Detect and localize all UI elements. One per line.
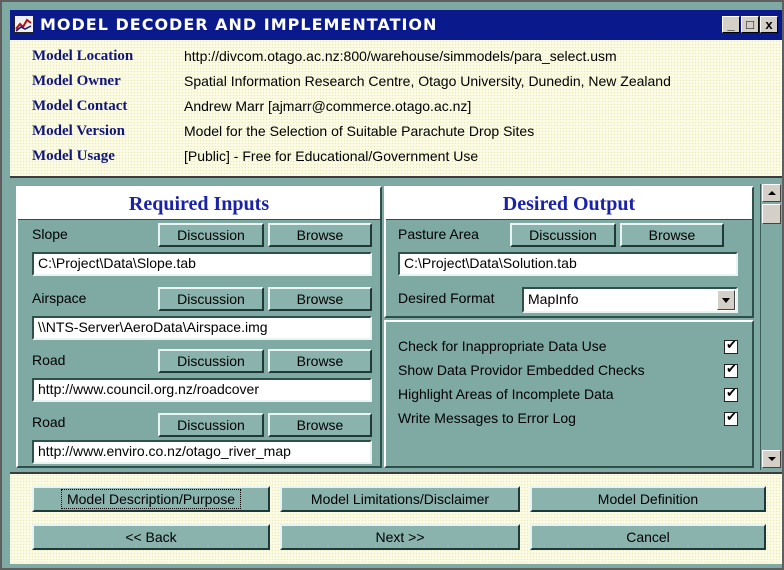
- chart-icon: [14, 15, 34, 33]
- check-label: Write Messages to Error Log: [398, 410, 576, 426]
- checkbox-checked[interactable]: [724, 362, 738, 378]
- checkbox-checked[interactable]: [724, 410, 738, 426]
- scroll-down-icon[interactable]: [762, 450, 781, 468]
- desired-output-panel: Desired Output Pasture Area Discussion B…: [384, 186, 754, 318]
- road-2-input[interactable]: http://www.enviro.co.nz/otago_river_map: [32, 440, 372, 464]
- info-label: Model Location: [32, 48, 134, 64]
- info-row-contact: Model Contact Andrew Marr [ajmarr@commer…: [10, 94, 782, 118]
- info-value: [Public] - Free for Educational/Governme…: [184, 148, 479, 164]
- info-value: Andrew Marr [ajmarr@commerce.otago.ac.nz…: [184, 98, 472, 114]
- output-options-panel: Check for Inappropriate Data Use Show Da…: [384, 320, 754, 468]
- divider: [10, 176, 782, 184]
- model-limitations-button[interactable]: Model Limitations/Disclaimer: [280, 486, 520, 512]
- minimize-button[interactable]: _: [722, 16, 740, 33]
- slope-browse-button[interactable]: Browse: [268, 223, 372, 247]
- input-label-slope: Slope: [32, 226, 68, 242]
- check-incomplete-data[interactable]: Highlight Areas of Incomplete Data: [398, 384, 738, 408]
- cancel-button[interactable]: Cancel: [530, 524, 766, 550]
- input-label-road: Road: [32, 352, 66, 368]
- next-button[interactable]: Next >>: [280, 524, 520, 550]
- input-label-airspace: Airspace: [32, 290, 87, 306]
- check-error-log[interactable]: Write Messages to Error Log: [398, 408, 738, 432]
- chevron-down-icon[interactable]: [717, 290, 735, 310]
- road-browse-button[interactable]: Browse: [268, 349, 372, 373]
- vertical-scrollbar[interactable]: [760, 184, 782, 470]
- checkbox-checked[interactable]: [724, 386, 738, 402]
- check-label: Check for Inappropriate Data Use: [398, 338, 607, 354]
- model-info-panel: Model Location http://divcom.otago.ac.nz…: [10, 40, 782, 176]
- window-title: MODEL DECODER AND IMPLEMENTATION: [40, 15, 438, 34]
- output-label-pasture: Pasture Area: [398, 226, 479, 242]
- info-value: Model for the Selection of Suitable Para…: [184, 123, 535, 139]
- close-button[interactable]: x: [760, 16, 778, 33]
- info-label: Model Contact: [32, 98, 128, 114]
- check-label: Highlight Areas of Incomplete Data: [398, 386, 614, 402]
- airspace-browse-button[interactable]: Browse: [268, 287, 372, 311]
- info-row-owner: Model Owner Spatial Information Research…: [10, 69, 782, 93]
- info-label: Model Version: [32, 123, 125, 139]
- airspace-discussion-button[interactable]: Discussion: [158, 287, 264, 311]
- input-label-road-2: Road: [32, 414, 66, 430]
- title-bar: MODEL DECODER AND IMPLEMENTATION _ □ x: [10, 10, 782, 40]
- info-row-location: Model Location http://divcom.otago.ac.nz…: [10, 44, 782, 68]
- road-input[interactable]: http://www.council.org.nz/roadcover: [32, 378, 372, 402]
- airspace-input[interactable]: \\NTS-Server\AeroData\Airspace.img: [32, 316, 372, 340]
- info-value: Spatial Information Research Centre, Ota…: [184, 73, 671, 89]
- slope-input[interactable]: C:\Project\Data\Slope.tab: [32, 252, 372, 276]
- scroll-thumb[interactable]: [762, 204, 781, 224]
- desired-format-label: Desired Format: [398, 290, 495, 306]
- checkbox-checked[interactable]: [724, 338, 738, 354]
- desired-format-value: MapInfo: [528, 291, 579, 307]
- info-row-usage: Model Usage [Public] - Free for Educatio…: [10, 144, 782, 168]
- check-label: Show Data Providor Embedded Checks: [398, 362, 645, 378]
- output-path-input[interactable]: C:\Project\Data\Solution.tab: [398, 252, 738, 276]
- road-2-discussion-button[interactable]: Discussion: [158, 413, 264, 437]
- model-decoder-window: MODEL DECODER AND IMPLEMENTATION _ □ x M…: [0, 0, 784, 570]
- model-description-button[interactable]: Model Description/Purpose: [32, 486, 270, 512]
- slope-discussion-button[interactable]: Discussion: [158, 223, 264, 247]
- info-row-version: Model Version Model for the Selection of…: [10, 119, 782, 143]
- info-label: Model Usage: [32, 148, 115, 164]
- required-inputs-header: Required Inputs: [18, 188, 380, 220]
- footer-panel: Model Description/Purpose Model Limitati…: [10, 472, 782, 564]
- required-inputs-panel: Required Inputs Slope Discussion Browse …: [16, 186, 382, 468]
- desired-output-header: Desired Output: [386, 188, 752, 220]
- info-label: Model Owner: [32, 73, 121, 89]
- model-description-label: Model Description/Purpose: [60, 489, 242, 509]
- desired-format-select[interactable]: MapInfo: [522, 287, 738, 313]
- output-browse-button[interactable]: Browse: [620, 223, 724, 247]
- check-embedded-checks[interactable]: Show Data Providor Embedded Checks: [398, 360, 738, 384]
- info-value: http://divcom.otago.ac.nz:800/warehouse/…: [184, 48, 617, 64]
- scroll-up-icon[interactable]: [762, 184, 781, 202]
- output-discussion-button[interactable]: Discussion: [510, 223, 616, 247]
- maximize-button[interactable]: □: [741, 16, 759, 33]
- road-2-browse-button[interactable]: Browse: [268, 413, 372, 437]
- road-discussion-button[interactable]: Discussion: [158, 349, 264, 373]
- model-definition-button[interactable]: Model Definition: [530, 486, 766, 512]
- check-inappropriate-data[interactable]: Check for Inappropriate Data Use: [398, 336, 738, 360]
- back-button[interactable]: << Back: [32, 524, 270, 550]
